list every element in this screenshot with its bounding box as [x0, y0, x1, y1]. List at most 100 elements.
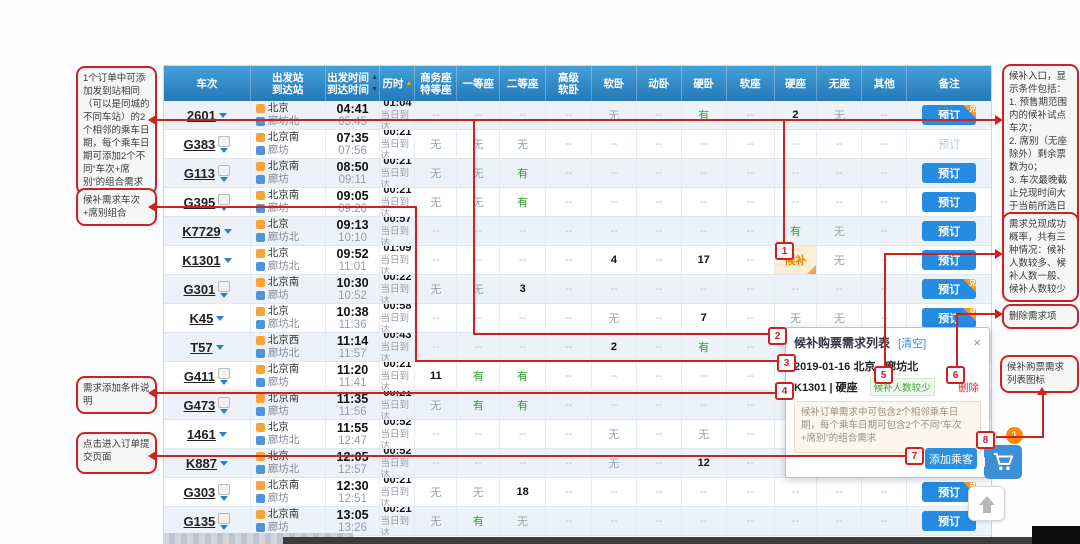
- departure-time: 11:20: [336, 362, 369, 377]
- train-number-link[interactable]: T57: [190, 340, 212, 355]
- column-header-一等座: 一等座: [457, 66, 501, 101]
- column-header-历时[interactable]: 历时 ▲: [380, 66, 416, 101]
- seat-availability: --: [546, 275, 592, 303]
- seat-availability: --: [415, 101, 458, 129]
- seat-availability: 无: [817, 246, 863, 274]
- book-button[interactable]: 预订: [922, 163, 977, 183]
- annotation-line: [156, 206, 415, 208]
- clear-all-link[interactable]: [清空]: [898, 335, 926, 351]
- seat-availability: 无: [592, 420, 637, 448]
- chevron-down-icon[interactable]: [223, 257, 232, 263]
- annotation-line: [473, 333, 770, 335]
- duration: 00:57: [383, 217, 412, 225]
- book-button[interactable]: 预订: [922, 134, 976, 154]
- train-number-link[interactable]: G113: [184, 166, 215, 181]
- book-button[interactable]: 预订: [922, 221, 977, 241]
- step-marker-4: 4: [775, 382, 794, 400]
- book-button[interactable]: 预订: [922, 192, 977, 212]
- chevron-down-icon[interactable]: [219, 379, 228, 385]
- annotation-line: [956, 313, 996, 315]
- back-to-top-button[interactable]: [968, 486, 1005, 521]
- seat-availability: --: [682, 217, 727, 245]
- seat-availability: 2: [592, 333, 637, 361]
- seat-availability: 无: [817, 101, 863, 129]
- chevron-down-icon[interactable]: [219, 176, 228, 182]
- seat-availability: --: [637, 101, 682, 129]
- seat-availability: --: [727, 188, 775, 216]
- arrival-station: 廊坊: [267, 202, 289, 214]
- seat-availability: 有: [682, 333, 727, 361]
- close-icon[interactable]: ×: [973, 336, 981, 349]
- chevron-down-icon[interactable]: [220, 147, 229, 153]
- chevron-down-icon[interactable]: [216, 315, 225, 321]
- seat-availability: 3: [500, 275, 547, 303]
- sort-icon[interactable]: ▲: [405, 78, 412, 90]
- chevron-down-icon[interactable]: [220, 408, 229, 414]
- waitlist-cart-button[interactable]: [979, 445, 1022, 479]
- annotation-right-2: 需求兑现成功概率，共有三种情况：候补人数较多、候补人数一般、候补人数较少: [1002, 212, 1079, 302]
- book-button[interactable]: 预订兑: [922, 279, 977, 299]
- departure-station: 北京南: [267, 508, 300, 520]
- seat-availability: --: [546, 449, 592, 477]
- chevron-down-icon[interactable]: [223, 228, 232, 234]
- chevron-down-icon[interactable]: [220, 292, 229, 298]
- train-number-link[interactable]: G383: [183, 137, 215, 152]
- train-number-link[interactable]: G301: [183, 282, 215, 297]
- seat-availability: --: [500, 333, 547, 361]
- chevron-down-icon[interactable]: [218, 112, 227, 118]
- arrowhead-icon: [148, 115, 156, 125]
- step-marker-7: 7: [905, 447, 924, 465]
- departure-station: 北京南: [267, 189, 300, 201]
- seat-availability: --: [775, 275, 818, 303]
- chevron-down-icon[interactable]: [215, 344, 224, 350]
- annotation-line: [884, 253, 996, 255]
- sort-icon[interactable]: ▲: [371, 72, 378, 84]
- seat-availability: 有: [500, 362, 547, 390]
- train-number-link[interactable]: K7729: [182, 224, 220, 239]
- sort-icon[interactable]: ▼: [371, 84, 378, 96]
- same-day-arrival-label: 当日到达: [380, 428, 409, 449]
- duration: 00:21: [383, 478, 412, 486]
- chevron-down-icon[interactable]: [220, 495, 229, 501]
- column-header-出发时间[interactable]: 出发时间 ▲ 到达时间 ▼: [326, 66, 381, 101]
- seat-availability: --: [546, 478, 592, 506]
- seat-availability: --: [817, 188, 863, 216]
- arrowhead-icon: [148, 451, 156, 461]
- train-row-G383: G383 北京南 廊坊 07:35 07:56 00:21 当日到达无无无 -- -- -- -- -…: [164, 130, 991, 159]
- train-number-link[interactable]: G303: [183, 485, 215, 500]
- train-number-link[interactable]: 1461: [187, 427, 216, 442]
- column-header-硬座: 硬座: [775, 66, 818, 101]
- departure-station-icon: [255, 278, 265, 287]
- annotation-line: [1042, 394, 1044, 438]
- seat-availability: 无: [415, 159, 458, 187]
- train-number-link[interactable]: G473: [183, 398, 215, 413]
- train-number-link[interactable]: K887: [186, 456, 217, 471]
- duration: 00:58: [383, 304, 412, 312]
- arrival-time: 11:01: [338, 260, 367, 273]
- popup-title: 候补购票需求列表: [794, 336, 891, 350]
- chevron-down-icon[interactable]: [218, 431, 227, 437]
- book-button[interactable]: 预订兑: [922, 105, 977, 125]
- arrival-station: 廊坊: [267, 289, 289, 301]
- annotation-line: [156, 119, 996, 121]
- seat-availability: 4: [592, 246, 637, 274]
- seat-availability: --: [862, 130, 908, 158]
- train-number-link[interactable]: G411: [184, 369, 215, 384]
- train-number-link[interactable]: K1301: [182, 253, 220, 268]
- train-number-link[interactable]: G135: [183, 514, 215, 529]
- chevron-down-icon[interactable]: [219, 460, 228, 466]
- annotation-left-4: 点击进入订单提交页面: [76, 432, 157, 474]
- arrival-time: 11:56: [338, 405, 367, 418]
- train-number-link[interactable]: K45: [189, 311, 213, 326]
- arrival-station: 廊坊: [267, 405, 289, 417]
- book-button[interactable]: 预订兑: [922, 308, 977, 328]
- seat-availability: --: [682, 188, 727, 216]
- seat-availability: --: [457, 333, 501, 361]
- add-passenger-button[interactable]: 添加乘客: [925, 448, 977, 469]
- chevron-down-icon[interactable]: [220, 524, 229, 530]
- departure-time: 07:35: [336, 130, 369, 145]
- annotation-line: [156, 455, 906, 457]
- departure-station-icon: [255, 423, 265, 432]
- seat-availability: --: [500, 101, 547, 129]
- seat-availability: --: [457, 217, 501, 245]
